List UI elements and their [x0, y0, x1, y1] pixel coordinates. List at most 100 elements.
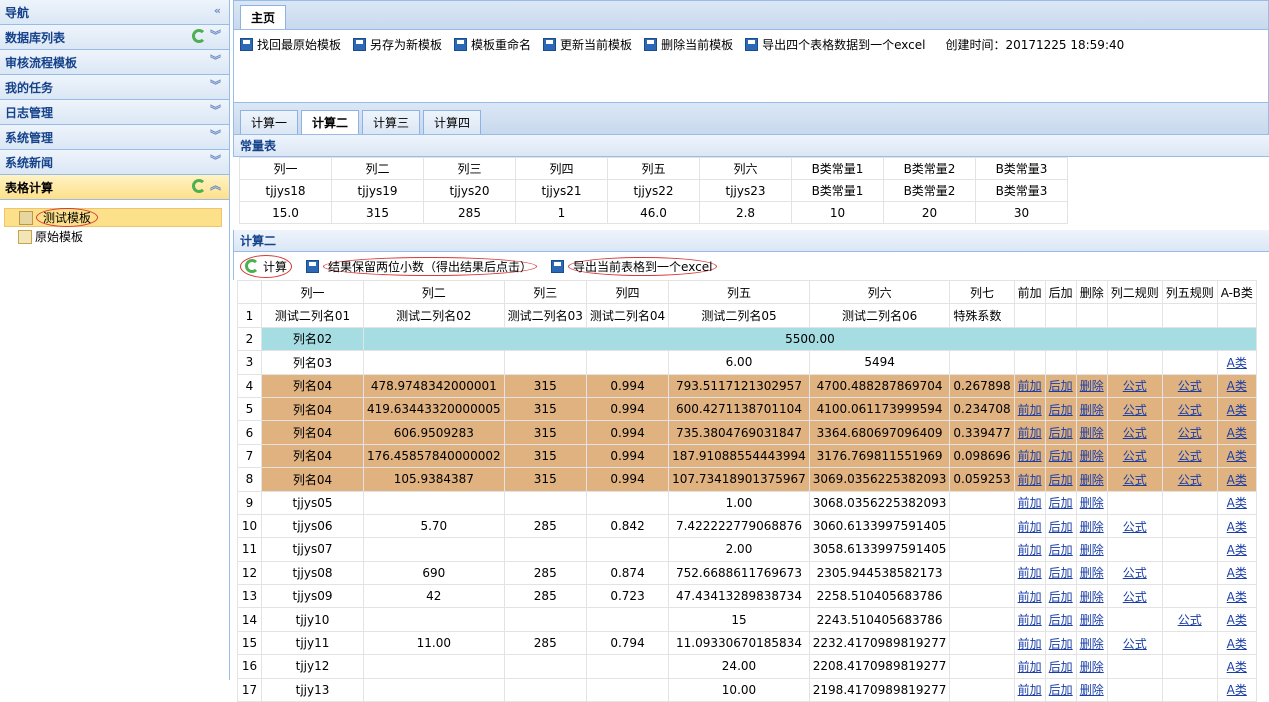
tab-calc-4[interactable]: 计算四 — [423, 110, 482, 134]
action-link[interactable]: A类 — [1227, 543, 1247, 557]
tab-calc-2[interactable]: 计算二 — [301, 110, 360, 134]
action-link[interactable]: 后加 — [1049, 660, 1073, 674]
action-link[interactable]: 后加 — [1049, 683, 1073, 697]
action-link[interactable]: 前加 — [1018, 449, 1042, 463]
action-link[interactable]: 删除 — [1080, 403, 1104, 417]
action-link[interactable]: 删除 — [1080, 637, 1104, 651]
action-link[interactable]: 后加 — [1049, 403, 1073, 417]
calculate-button[interactable]: 计算 — [240, 254, 293, 278]
action-link[interactable]: 公式 — [1123, 449, 1147, 463]
action-link[interactable]: 后加 — [1049, 543, 1073, 557]
round-two-decimals-button[interactable]: 结果保留两位小数（得出结果后点击） — [306, 256, 538, 276]
action-link[interactable]: 公式 — [1178, 613, 1202, 627]
action-link[interactable]: 后加 — [1049, 473, 1073, 487]
chevron-double-down-icon[interactable]: ︾ — [210, 54, 221, 68]
update-button[interactable]: 更新当前模板 — [543, 36, 632, 53]
action-link[interactable]: 删除 — [1080, 449, 1104, 463]
action-link[interactable]: 删除 — [1080, 683, 1104, 697]
action-link[interactable]: 删除 — [1080, 426, 1104, 440]
action-link[interactable]: 前加 — [1018, 426, 1042, 440]
rename-button[interactable]: 模板重命名 — [454, 36, 531, 53]
action-link[interactable]: A类 — [1227, 403, 1247, 417]
chevron-double-down-icon[interactable]: ︾ — [210, 79, 221, 93]
action-link[interactable]: 公式 — [1178, 379, 1202, 393]
nav-section-table-calc[interactable]: 表格计算 ︽ — [0, 175, 229, 200]
chevron-double-down-icon[interactable]: ︾ — [210, 29, 221, 43]
action-link[interactable]: 前加 — [1018, 590, 1042, 604]
tab-home[interactable]: 主页 — [240, 5, 287, 29]
action-link[interactable]: A类 — [1227, 590, 1247, 604]
action-link[interactable]: 删除 — [1080, 496, 1104, 510]
action-link[interactable]: 公式 — [1178, 449, 1202, 463]
action-link[interactable]: A类 — [1227, 356, 1247, 370]
action-link[interactable]: 后加 — [1049, 426, 1073, 440]
action-link[interactable]: 前加 — [1018, 660, 1042, 674]
action-link[interactable]: 删除 — [1080, 590, 1104, 604]
refresh-icon[interactable] — [192, 29, 206, 43]
action-link[interactable]: A类 — [1227, 613, 1247, 627]
action-link[interactable]: 公式 — [1123, 637, 1147, 651]
chevron-double-down-icon[interactable]: ︾ — [210, 154, 221, 168]
chevron-double-down-icon[interactable]: ︾ — [210, 129, 221, 143]
save-as-new-button[interactable]: 另存为新模板 — [353, 36, 442, 53]
action-link[interactable]: 删除 — [1080, 379, 1104, 393]
action-link[interactable]: A类 — [1227, 520, 1247, 534]
action-link[interactable]: 删除 — [1080, 543, 1104, 557]
action-link[interactable]: 后加 — [1049, 496, 1073, 510]
action-link[interactable]: A类 — [1227, 637, 1247, 651]
action-link[interactable]: 删除 — [1080, 660, 1104, 674]
action-link[interactable]: 公式 — [1123, 379, 1147, 393]
action-link[interactable]: 删除 — [1080, 473, 1104, 487]
action-link[interactable]: A类 — [1227, 660, 1247, 674]
action-link[interactable]: A类 — [1227, 449, 1247, 463]
action-link[interactable]: 前加 — [1018, 637, 1042, 651]
nav-section-system-management[interactable]: 系统管理 ︾ — [0, 125, 229, 150]
action-link[interactable]: 前加 — [1018, 403, 1042, 417]
action-link[interactable]: 前加 — [1018, 520, 1042, 534]
action-link[interactable]: 后加 — [1049, 566, 1073, 580]
nav-section-system-news[interactable]: 系统新闻 ︾ — [0, 150, 229, 175]
nav-section-log-management[interactable]: 日志管理 ︾ — [0, 100, 229, 125]
action-link[interactable]: 公式 — [1123, 473, 1147, 487]
action-link[interactable]: 删除 — [1080, 613, 1104, 627]
restore-original-button[interactable]: 找回最原始模板 — [240, 36, 341, 53]
action-link[interactable]: 后加 — [1049, 379, 1073, 393]
action-link[interactable]: 公式 — [1178, 473, 1202, 487]
action-link[interactable]: A类 — [1227, 683, 1247, 697]
action-link[interactable]: 公式 — [1123, 520, 1147, 534]
action-link[interactable]: 前加 — [1018, 613, 1042, 627]
action-link[interactable]: 公式 — [1178, 403, 1202, 417]
tree-item-test-template[interactable]: 测试模板 — [4, 208, 222, 227]
action-link[interactable]: 前加 — [1018, 473, 1042, 487]
action-link[interactable]: 前加 — [1018, 543, 1042, 557]
chevron-double-down-icon[interactable]: ︾ — [210, 104, 221, 118]
action-link[interactable]: 后加 — [1049, 590, 1073, 604]
action-link[interactable]: 公式 — [1123, 566, 1147, 580]
tab-calc-3[interactable]: 计算三 — [362, 110, 421, 134]
export-all-button[interactable]: 导出四个表格数据到一个excel — [745, 36, 925, 53]
action-link[interactable]: A类 — [1227, 566, 1247, 580]
action-link[interactable]: A类 — [1227, 496, 1247, 510]
action-link[interactable]: 前加 — [1018, 379, 1042, 393]
action-link[interactable]: 删除 — [1080, 566, 1104, 580]
action-link[interactable]: 前加 — [1018, 683, 1042, 697]
nav-section-my-tasks[interactable]: 我的任务 ︾ — [0, 75, 229, 100]
action-link[interactable]: 后加 — [1049, 449, 1073, 463]
action-link[interactable]: 后加 — [1049, 520, 1073, 534]
nav-section-audit-template[interactable]: 审核流程模板 ︾ — [0, 50, 229, 75]
action-link[interactable]: 后加 — [1049, 613, 1073, 627]
tree-item-original-template[interactable]: 原始模板 — [4, 227, 229, 246]
action-link[interactable]: 前加 — [1018, 566, 1042, 580]
chevron-double-up-icon[interactable]: ︽ — [210, 179, 221, 193]
export-current-button[interactable]: 导出当前表格到一个excel — [551, 256, 718, 276]
action-link[interactable]: 后加 — [1049, 637, 1073, 651]
action-link[interactable]: 公式 — [1123, 590, 1147, 604]
action-link[interactable]: 删除 — [1080, 520, 1104, 534]
action-link[interactable]: A类 — [1227, 473, 1247, 487]
tab-calc-1[interactable]: 计算一 — [240, 110, 299, 134]
delete-button[interactable]: 删除当前模板 — [644, 36, 733, 53]
action-link[interactable]: 前加 — [1018, 496, 1042, 510]
refresh-icon[interactable] — [192, 179, 206, 193]
action-link[interactable]: A类 — [1227, 379, 1247, 393]
action-link[interactable]: A类 — [1227, 426, 1247, 440]
